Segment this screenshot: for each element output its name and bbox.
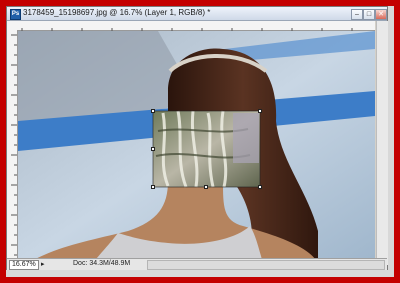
title-bar[interactable]: Ps 3178459_15198697.jpg @ 16.7% (Layer 1… — [7, 7, 387, 21]
transform-handle-br[interactable] — [258, 185, 262, 189]
document-size: Doc: 34.3M/48.9M — [73, 260, 131, 267]
vertical-ruler[interactable] — [7, 30, 18, 265]
transform-handle-tr[interactable] — [258, 109, 262, 113]
vertical-scrollbar[interactable] — [376, 21, 388, 265]
horizontal-ruler[interactable] — [17, 21, 375, 34]
zoom-field[interactable]: 16.67% — [9, 260, 39, 270]
transform-handle-ml[interactable] — [151, 147, 155, 151]
status-bar: 16.67% ▸ Doc: 34.3M/48.9M — [7, 258, 387, 270]
status-nav-icon[interactable]: ▸ — [41, 260, 45, 268]
transform-handle-bl[interactable] — [151, 185, 155, 189]
transform-handle-tl[interactable] — [151, 109, 155, 113]
close-icon[interactable]: ✕ — [375, 9, 387, 20]
maximize-icon[interactable]: □ — [363, 9, 375, 20]
pasted-layer — [152, 110, 261, 188]
document-window[interactable]: Ps 3178459_15198697.jpg @ 16.7% (Layer 1… — [6, 6, 388, 270]
photoshop-app-icon: Ps — [10, 9, 21, 20]
minimize-icon[interactable]: – — [351, 9, 363, 20]
transform-handle-bm[interactable] — [204, 185, 208, 189]
window-title: 3178459_15198697.jpg @ 16.7% (Layer 1, R… — [23, 8, 211, 17]
image-canvas[interactable] — [18, 31, 375, 263]
horizontal-scrollbar[interactable] — [147, 260, 385, 270]
